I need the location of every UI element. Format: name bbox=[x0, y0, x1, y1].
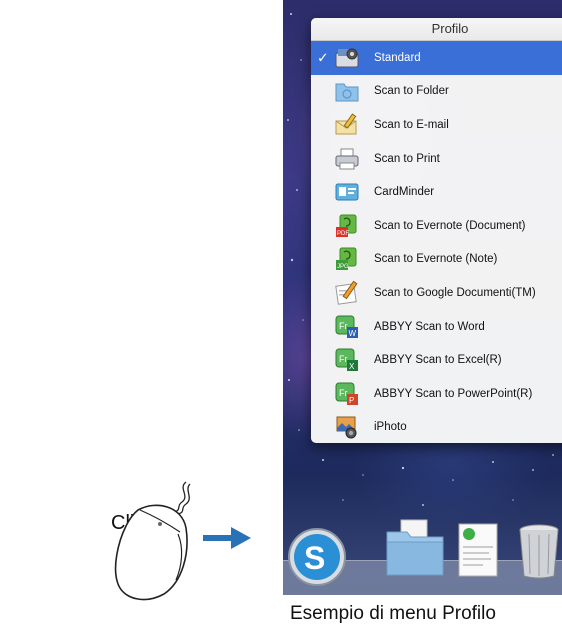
menu-item-scan-to-print[interactable]: Scan to Print bbox=[311, 142, 562, 176]
printer-icon bbox=[335, 148, 359, 170]
scanner-gear-icon bbox=[335, 48, 359, 68]
menu-item-scan-to-evernote-document[interactable]: PDF Scan to Evernote (Document) bbox=[311, 209, 562, 243]
menu-item-label: Scan to E-mail bbox=[374, 118, 449, 131]
menu-item-scan-to-email[interactable]: Scan to E-mail bbox=[311, 108, 562, 142]
menu-item-standard[interactable]: ✓ Standard bbox=[311, 41, 562, 75]
arrow-right-icon bbox=[203, 527, 251, 549]
abbyy-powerpoint-icon: Fr P bbox=[335, 382, 358, 405]
evernote-jpg-icon: JPG bbox=[336, 247, 357, 271]
svg-text:W: W bbox=[349, 329, 357, 338]
menu-item-label: iPhoto bbox=[374, 421, 407, 434]
folder-icon[interactable] bbox=[383, 516, 447, 578]
menu-item-scan-to-folder[interactable]: Scan to Folder bbox=[311, 75, 562, 109]
menu-item-scan-to-google-docs[interactable]: Scan to Google Documenti(TM) bbox=[311, 276, 562, 310]
menu-item-label: Scan to Evernote (Note) bbox=[374, 253, 498, 266]
menu-item-iphoto[interactable]: iPhoto bbox=[311, 411, 562, 445]
menu-title: Profilo bbox=[311, 18, 562, 41]
envelope-pencil-icon bbox=[335, 113, 357, 135]
svg-text:PDF: PDF bbox=[337, 231, 349, 237]
svg-text:Fr: Fr bbox=[339, 388, 348, 398]
svg-text:Fr: Fr bbox=[339, 354, 348, 364]
menu-item-label: Scan to Print bbox=[374, 152, 440, 165]
svg-text:Fr: Fr bbox=[339, 321, 348, 331]
svg-text:P: P bbox=[349, 396, 354, 405]
menu-item-label: CardMinder bbox=[374, 186, 435, 199]
menu-item-cardminder[interactable]: CardMinder bbox=[311, 175, 562, 209]
menu-item-label: Scan to Google Documenti(TM) bbox=[374, 286, 536, 299]
evernote-pdf-icon: PDF bbox=[336, 214, 357, 237]
document-icon[interactable] bbox=[455, 522, 501, 580]
svg-text:JPG: JPG bbox=[337, 264, 349, 270]
menu-item-scan-to-evernote-note[interactable]: JPG Scan to Evernote (Note) bbox=[311, 243, 562, 277]
menu-item-abbyy-scan-to-powerpoint[interactable]: Fr P ABBYY Scan to PowerPoint(R) bbox=[311, 377, 562, 411]
figure-caption: Esempio di menu Profilo bbox=[290, 603, 496, 624]
abbyy-excel-icon: Fr X bbox=[335, 348, 358, 372]
cardminder-icon bbox=[335, 183, 359, 201]
scansnap-manager-icon[interactable]: S bbox=[287, 527, 347, 587]
checkmark-icon: ✓ bbox=[317, 49, 329, 66]
menu-item-label: Scan to Folder bbox=[374, 85, 449, 98]
menu-item-label: Standard bbox=[374, 51, 421, 64]
svg-text:S: S bbox=[304, 540, 325, 576]
svg-text:X: X bbox=[349, 362, 355, 371]
menu-item-label: ABBYY Scan to Excel(R) bbox=[374, 354, 502, 367]
google-docs-pencil-icon bbox=[335, 280, 358, 305]
desktop-screenshot: Profilo ✓ Standard Scan to Folder Scan t… bbox=[283, 0, 562, 595]
mouse-icon bbox=[114, 481, 191, 601]
trash-icon[interactable] bbox=[517, 522, 561, 580]
folder-icon bbox=[335, 83, 359, 102]
menu-item-abbyy-scan-to-word[interactable]: Fr W ABBYY Scan to Word bbox=[311, 310, 562, 344]
abbyy-word-icon: Fr W bbox=[335, 315, 358, 338]
menu-item-abbyy-scan-to-excel[interactable]: Fr X ABBYY Scan to Excel(R) bbox=[311, 343, 562, 377]
menu-item-label: ABBYY Scan to PowerPoint(R) bbox=[374, 387, 533, 400]
iphoto-icon bbox=[336, 416, 357, 439]
profile-menu: Profilo ✓ Standard Scan to Folder Scan t… bbox=[311, 18, 562, 443]
menu-item-label: Scan to Evernote (Document) bbox=[374, 219, 526, 232]
menu-item-label: ABBYY Scan to Word bbox=[374, 320, 485, 333]
